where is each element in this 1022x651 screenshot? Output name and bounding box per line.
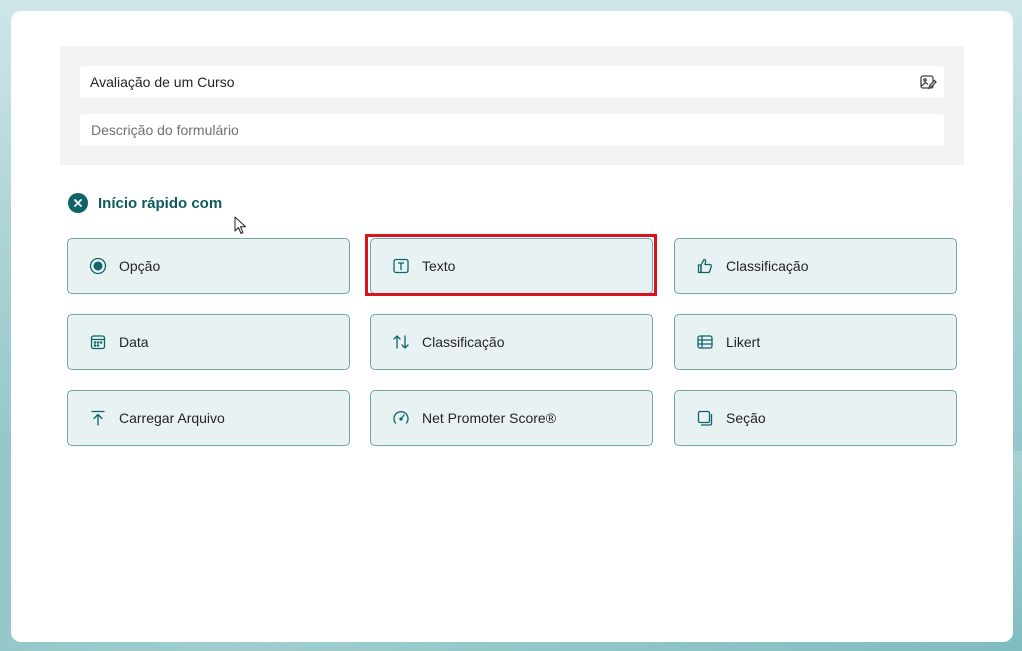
tile-label: Net Promoter Score® bbox=[422, 410, 557, 426]
sort-arrows-icon bbox=[392, 333, 410, 351]
likert-grid-icon bbox=[696, 333, 714, 351]
tile-label: Classificação bbox=[726, 258, 809, 274]
form-title-text: Avaliação de um Curso bbox=[90, 74, 235, 90]
radio-icon bbox=[89, 257, 107, 275]
tile-label: Seção bbox=[726, 410, 766, 426]
tile-carregar-arquivo[interactable]: Carregar Arquivo bbox=[67, 390, 350, 446]
tile-texto[interactable]: Texto bbox=[370, 238, 653, 294]
form-header: Avaliação de um Curso Descrição do formu… bbox=[60, 46, 964, 165]
tile-net-promoter-score[interactable]: Net Promoter Score® bbox=[370, 390, 653, 446]
tile-label: Likert bbox=[726, 334, 761, 350]
form-description-input[interactable]: Descrição do formulário bbox=[80, 114, 944, 146]
upload-icon bbox=[89, 409, 107, 427]
text-icon bbox=[392, 257, 410, 275]
close-icon[interactable] bbox=[68, 193, 88, 213]
calendar-icon bbox=[89, 333, 107, 351]
tile-secao[interactable]: Seção bbox=[674, 390, 957, 446]
tile-label: Classificação bbox=[422, 334, 505, 350]
tile-opcao[interactable]: Opção bbox=[67, 238, 350, 294]
form-description-placeholder: Descrição do formulário bbox=[91, 122, 239, 138]
tile-label: Opção bbox=[119, 258, 161, 274]
quick-start-header: Início rápido com bbox=[68, 191, 222, 215]
quick-start-label: Início rápido com bbox=[98, 194, 223, 212]
tile-label: Data bbox=[119, 334, 149, 350]
mouse-cursor-icon bbox=[234, 216, 248, 241]
tile-classificacao-rating[interactable]: Classificação bbox=[674, 238, 957, 294]
tile-likert[interactable]: Likert bbox=[674, 314, 957, 370]
thumbs-up-icon bbox=[696, 257, 714, 275]
tile-data[interactable]: Data bbox=[67, 314, 350, 370]
gauge-icon bbox=[392, 409, 410, 427]
form-title-input[interactable]: Avaliação de um Curso bbox=[80, 66, 944, 98]
image-edit-icon[interactable] bbox=[918, 72, 938, 92]
tile-label: Texto bbox=[422, 258, 456, 274]
section-icon bbox=[696, 409, 714, 427]
form-card: Avaliação de um Curso Descrição do formu… bbox=[11, 11, 1013, 642]
tile-classificacao-ranking[interactable]: Classificação bbox=[370, 314, 653, 370]
tile-label: Carregar Arquivo bbox=[119, 410, 225, 426]
